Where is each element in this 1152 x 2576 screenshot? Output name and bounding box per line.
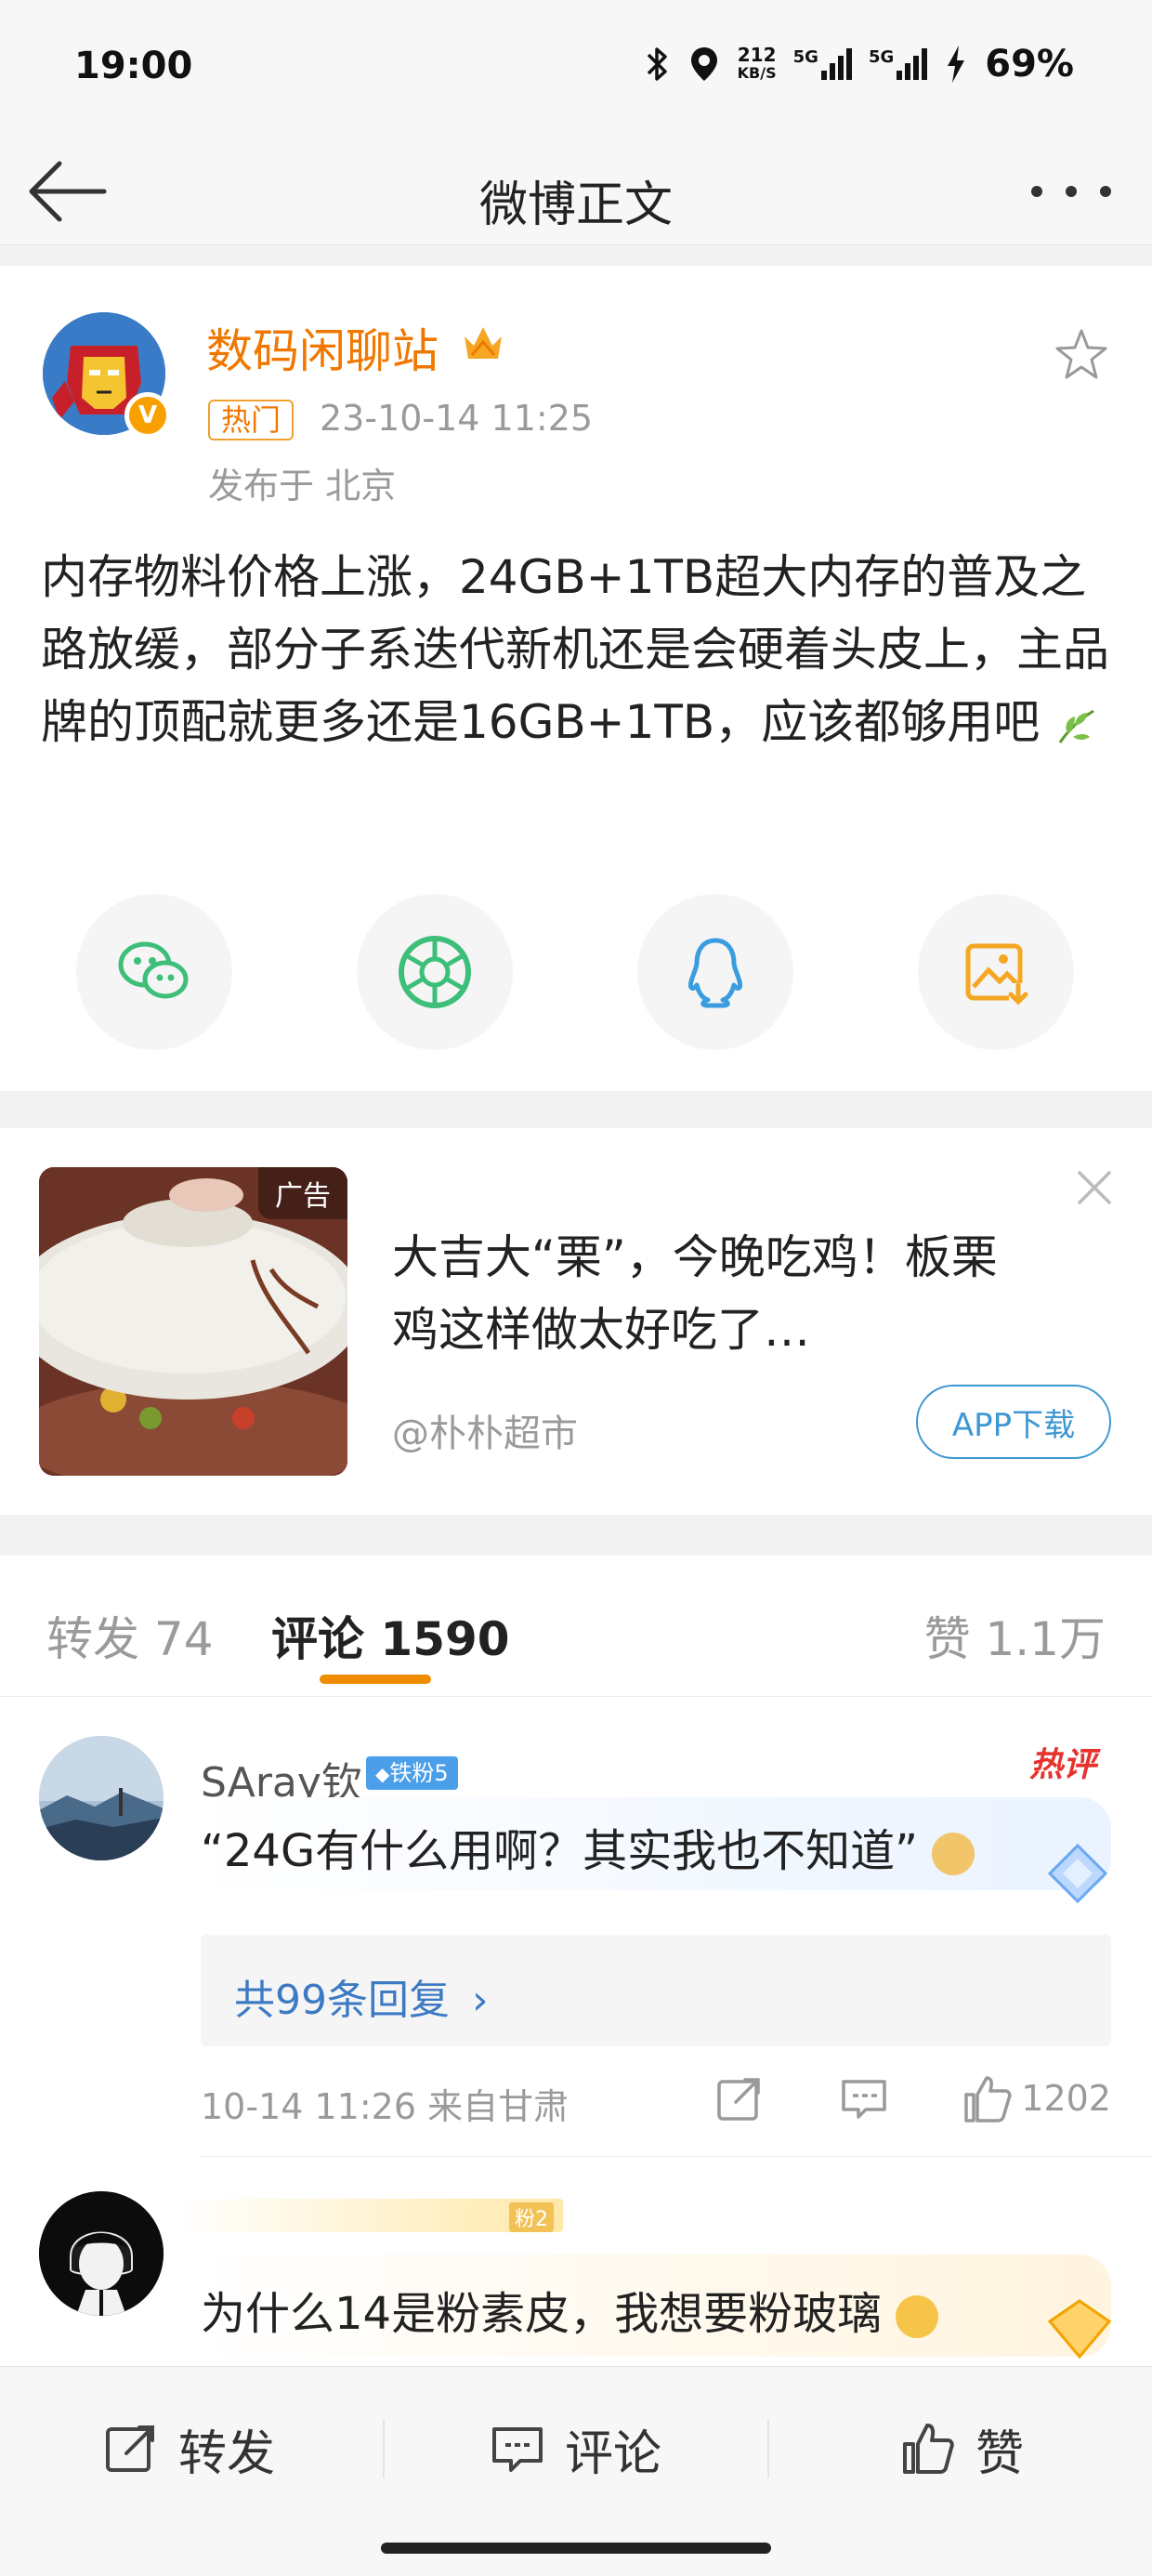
app-download-button[interactable]: APP下载	[916, 1385, 1111, 1459]
repost-icon	[106, 2425, 154, 2472]
bluetooth-icon	[647, 47, 667, 81]
author-name[interactable]: 数码闲聊站	[206, 314, 439, 381]
close-ad-icon[interactable]	[1068, 1162, 1120, 1214]
ad-source: @朴朴超市	[392, 1413, 578, 1455]
qq-icon	[688, 938, 742, 1008]
save-image-icon	[965, 943, 1029, 1005]
more-dot-icon	[1099, 186, 1111, 197]
comment-like-count: 1202	[1021, 2078, 1111, 2119]
tab-like[interactable]: 赞 1.1万	[924, 1602, 1106, 1669]
more-options-button[interactable]	[1020, 165, 1122, 217]
hot-tag: 热门	[208, 400, 295, 440]
diamond-decoration-icon	[1047, 1843, 1108, 1904]
blushing-emoji-icon	[896, 2295, 939, 2338]
repost-label: 转发	[178, 2425, 276, 2482]
comment-meta: 10-14 11:26 来自甘肃	[201, 2086, 569, 2127]
like-icon	[903, 2424, 954, 2474]
ad-label: 广告	[258, 1167, 347, 1219]
like-comment-icon[interactable]	[961, 2072, 1013, 2124]
status-bar: 19:00 212 KB/S 5G 5G 69%	[0, 0, 1152, 138]
charging-icon	[948, 46, 965, 83]
moments-icon	[399, 936, 471, 1008]
signal-2-icon: 5G	[869, 48, 928, 80]
comment-label: 评论	[565, 2425, 662, 2482]
ad-image[interactable]: 广告	[39, 1167, 347, 1476]
crown-badge-icon	[465, 327, 502, 359]
post-location: 发布于 北京	[208, 466, 397, 506]
ad-title[interactable]: 大吉大“栗”，今晚吃鸡！板栗鸡这样做太好吃了…	[392, 1221, 1042, 1366]
nav-bar: 微博正文	[0, 138, 1152, 245]
wechat-icon	[118, 941, 189, 999]
share-qq-button[interactable]	[637, 894, 793, 1050]
post-time: 23-10-14 11:25	[320, 398, 594, 439]
reply-comment-icon[interactable]	[838, 2072, 890, 2124]
tab-repost[interactable]: 转发 74	[46, 1602, 214, 1669]
comment-text: “24G有什么用啊？其实我也不知道”	[201, 1814, 975, 1879]
doge-emoji-icon	[932, 1833, 975, 1875]
fan-badge: ◆铁粉5	[366, 1756, 458, 1790]
leaf-emoji-icon	[1058, 709, 1094, 743]
bar-separator	[383, 2419, 385, 2478]
comment-list: SAray钦 ◆铁粉5 热评 “24G有什么用啊？其实我也不知道” 共99条回复…	[0, 1697, 1152, 2366]
save-image-button[interactable]	[918, 894, 1074, 1050]
replies-box[interactable]: 共99条回复 ›	[201, 1935, 1111, 2046]
comment-button[interactable]: 评论	[489, 2415, 661, 2482]
tab-comment[interactable]: 评论 1590	[271, 1602, 510, 1669]
share-moments-button[interactable]	[357, 894, 513, 1050]
fan-level-badge: 粉2	[182, 2199, 563, 2232]
comment-text: 为什么14是粉素皮，我想要粉玻璃	[201, 2277, 939, 2342]
share-comment-icon[interactable]	[713, 2072, 766, 2124]
like-label: 赞	[975, 2425, 1025, 2482]
signal-1-icon: 5G	[793, 48, 852, 80]
chevron-right-icon: ›	[472, 1977, 489, 2024]
commenter-avatar[interactable]	[39, 1736, 164, 1860]
comment-divider	[201, 2156, 1152, 2157]
net-speed: 212 KB/S	[737, 44, 777, 82]
interaction-tabs: 转发 74 评论 1590 赞 1.1万	[0, 1556, 1152, 1697]
anime-avatar-icon	[39, 2191, 164, 2316]
status-time: 19:00	[74, 45, 193, 87]
location-icon	[690, 47, 717, 81]
more-dot-icon	[1065, 186, 1077, 197]
favorite-star-icon[interactable]	[1052, 325, 1111, 385]
bar-separator	[767, 2419, 769, 2478]
gem-decoration-icon	[1047, 2299, 1112, 2359]
post-text-content: 内存物料价格上涨，24GB+1TB超大内存的普及之路放缓，部分子系迭代新机还是会…	[41, 550, 1109, 749]
repost-button[interactable]: 转发	[102, 2415, 275, 2482]
post-card: V 数码闲聊站 热门 23-10-14 11:25 发布于 北京 内存物料价格上…	[0, 266, 1152, 1091]
share-row	[0, 894, 1152, 1054]
bottom-action-bar: 转发 评论 赞	[0, 2366, 1152, 2530]
status-icons: 212 KB/S 5G 5G 69%	[643, 43, 1074, 85]
hot-comment-label: 热评	[1028, 1746, 1096, 1784]
verified-badge: V	[124, 392, 171, 439]
comment-bubble: “24G有什么用啊？其实我也不知道”	[188, 1797, 1111, 1904]
like-button[interactable]: 赞	[899, 2415, 1024, 2482]
diamond-icon: ◆	[375, 1763, 390, 1785]
home-indicator[interactable]	[381, 2543, 771, 2554]
commenter-avatar[interactable]	[39, 2191, 164, 2316]
ad-card[interactable]: 广告 大吉大“栗”，今晚吃鸡！板栗鸡这样做太好吃了… @朴朴超市 APP下载	[0, 1128, 1152, 1515]
landscape-avatar-icon	[39, 1736, 164, 1860]
active-tab-indicator	[320, 1675, 431, 1684]
comment-bubble: 为什么14是粉素皮，我想要粉玻璃	[188, 2254, 1112, 2359]
more-dot-icon	[1031, 186, 1043, 197]
view-replies-link[interactable]: 共99条回复 ›	[234, 1966, 489, 2026]
comment-icon	[492, 2427, 543, 2472]
post-text: 内存物料价格上涨，24GB+1TB超大内存的普及之路放缓，部分子系迭代新机还是会…	[41, 541, 1119, 758]
share-wechat-button[interactable]	[76, 894, 232, 1050]
battery-level: 69%	[985, 43, 1074, 85]
page-title: 微博正文	[478, 177, 673, 233]
